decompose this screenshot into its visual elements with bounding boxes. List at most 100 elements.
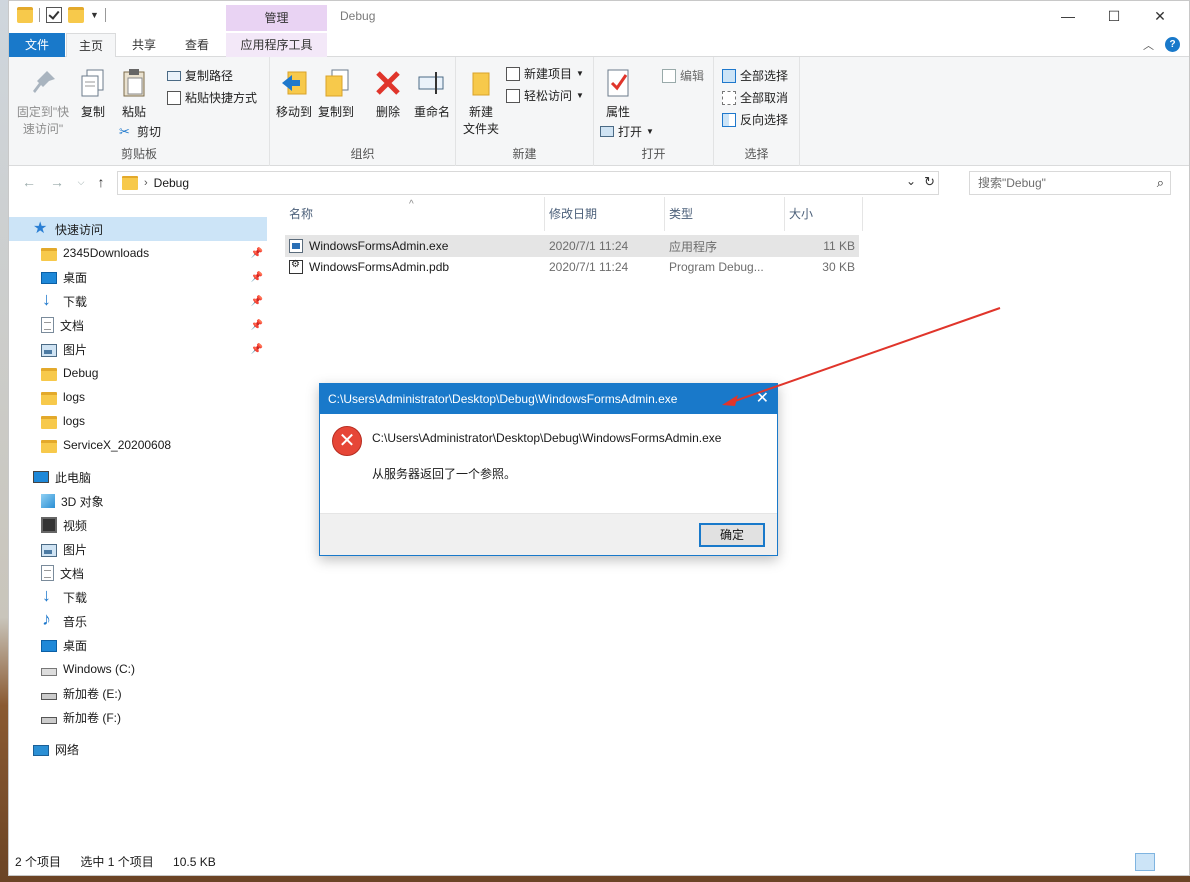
pdb-file-icon — [289, 259, 303, 274]
nav-item-servicex[interactable]: ServiceX_20200608 — [9, 433, 267, 457]
paste-shortcut-button[interactable]: 粘贴快捷方式 — [167, 89, 257, 106]
maximize-button[interactable]: ☐ — [1091, 5, 1137, 27]
refresh-icon[interactable]: ↻ — [924, 174, 935, 190]
column-header-name[interactable]: 名称 — [285, 197, 545, 231]
nav-item-music[interactable]: 音乐 — [9, 609, 267, 633]
nav-label: 网络 — [55, 742, 80, 757]
nav-item-drive-f[interactable]: 新加卷 (F:) — [9, 705, 267, 729]
back-button[interactable]: ← — [19, 174, 39, 192]
nav-item-debug[interactable]: Debug — [9, 361, 267, 385]
forward-button[interactable]: → — [47, 174, 67, 192]
nav-label: 3D 对象 — [61, 494, 104, 509]
recent-locations-dropdown-icon[interactable]: ⌵ — [71, 177, 91, 195]
new-folder-label-2: 文件夹 — [462, 122, 499, 136]
select-all-button[interactable]: 全部选择 — [722, 67, 788, 84]
tab-file[interactable]: 文件 — [9, 33, 65, 57]
column-header-modified[interactable]: 修改日期 — [545, 197, 665, 231]
ok-button[interactable]: 确定 — [699, 523, 765, 547]
new-folder-button[interactable]: 新建 文件夹 — [460, 67, 502, 137]
pin-icon[interactable]: 📌 — [251, 320, 263, 331]
edit-label: 编辑 — [680, 69, 705, 83]
tab-view[interactable]: 查看 — [172, 33, 222, 57]
nav-item-3d-objects[interactable]: 3D 对象 — [9, 489, 267, 513]
properties-button[interactable]: 属性 — [598, 67, 638, 120]
picture-icon — [41, 543, 57, 557]
tab-app-tools[interactable]: 应用程序工具 — [226, 33, 327, 57]
move-to-button[interactable]: 移动到 — [274, 67, 314, 120]
nav-label: 图片 — [63, 342, 88, 357]
nav-item-pc-documents[interactable]: 文档 — [9, 561, 267, 585]
minimize-button[interactable]: — — [1045, 5, 1091, 27]
cut-button[interactable]: ✂ 剪切 — [119, 123, 161, 140]
column-header-type[interactable]: 类型 — [665, 197, 785, 231]
help-icon[interactable]: ? — [1165, 37, 1180, 52]
customize-toolbar-dropdown-icon[interactable]: ▼ — [90, 10, 99, 20]
nav-item-pictures[interactable]: 图片 📌 — [9, 337, 267, 361]
file-modified: 2020/7/1 11:24 — [549, 239, 629, 253]
close-button[interactable]: ✕ — [1137, 5, 1183, 27]
address-bar[interactable]: › Debug ⌄ ↻ — [117, 171, 939, 195]
edit-button[interactable]: 编辑 — [662, 67, 704, 84]
tab-home[interactable]: 主页 — [66, 33, 116, 58]
pin-quick-access-button[interactable]: 固定到"快 速访问" — [15, 67, 71, 137]
address-path[interactable]: Debug — [154, 176, 189, 190]
copy-to-button[interactable]: 复制到 — [316, 67, 356, 120]
nav-this-pc[interactable]: 此电脑 — [9, 465, 267, 489]
easy-access-dropdown-icon: ▼ — [576, 91, 584, 100]
nav-item-pc-pictures[interactable]: 图片 — [9, 537, 267, 561]
copy-icon — [77, 67, 109, 99]
collapse-ribbon-icon[interactable]: ︿ — [1143, 37, 1154, 53]
search-input[interactable]: 搜索"Debug" ⌕ — [969, 171, 1171, 195]
rename-button[interactable]: 重命名 — [410, 67, 454, 120]
nav-item-logs[interactable]: logs — [9, 385, 267, 409]
pin-icon[interactable]: 📌 — [251, 344, 263, 355]
properties-check-icon[interactable] — [46, 7, 62, 23]
pin-icon[interactable]: 📌 — [251, 272, 263, 283]
nav-item-drive-e[interactable]: 新加卷 (E:) — [9, 681, 267, 705]
manage-context-tab[interactable]: 管理 — [226, 5, 327, 31]
copy-path-button[interactable]: 复制路径 — [167, 67, 233, 84]
nav-item-logs-2[interactable]: logs — [9, 409, 267, 433]
nav-quick-access[interactable]: 快速访问 — [9, 217, 267, 241]
pin-icon[interactable]: 📌 — [251, 248, 263, 259]
select-none-button[interactable]: 全部取消 — [722, 89, 788, 106]
nav-item-desktop[interactable]: 桌面 📌 — [9, 265, 267, 289]
delete-button[interactable]: 删除 — [368, 67, 408, 120]
nav-item-2345downloads[interactable]: 2345Downloads 📌 — [9, 241, 267, 265]
nav-item-videos[interactable]: 视频 — [9, 513, 267, 537]
file-row[interactable]: WindowsFormsAdmin.exe 2020/7/1 11:24 应用程… — [285, 235, 859, 257]
address-dropdown-icon[interactable]: ⌄ — [906, 174, 916, 188]
new-folder-icon[interactable] — [68, 7, 84, 23]
star-icon — [33, 218, 49, 238]
nav-item-drive-c[interactable]: Windows (C:) — [9, 657, 267, 681]
search-icon[interactable]: ⌕ — [1157, 172, 1164, 194]
invert-selection-button[interactable]: 反向选择 — [722, 111, 788, 128]
clipboard-group: 固定到"快 速访问" 复制 粘贴 复制路径 粘贴快捷方式 ✂ 剪切 剪贴板 — [9, 57, 270, 166]
details-view-icon[interactable] — [1135, 853, 1155, 871]
up-button[interactable]: ↑ — [91, 174, 111, 192]
column-header-size[interactable]: 大小 — [785, 197, 863, 231]
copy-to-icon — [320, 67, 352, 99]
nav-label: ServiceX_20200608 — [63, 438, 172, 452]
large-icons-view-icon[interactable] — [1159, 853, 1179, 871]
paste-shortcut-icon — [167, 90, 181, 105]
new-item-button[interactable]: 新建项目 ▼ — [506, 65, 584, 82]
dialog-close-button[interactable]: ✕ — [756, 384, 769, 414]
nav-item-pc-desktop[interactable]: 桌面 — [9, 633, 267, 657]
computer-icon — [33, 471, 49, 483]
dialog-body: ✕ C:\Users\Administrator\Desktop\Debug\W… — [320, 414, 777, 513]
pin-icon[interactable]: 📌 — [251, 296, 263, 307]
file-row[interactable]: WindowsFormsAdmin.pdb 2020/7/1 11:24 Pro… — [285, 256, 859, 278]
nav-item-documents[interactable]: 文档 📌 — [9, 313, 267, 337]
chevron-right-icon[interactable]: › — [144, 177, 148, 189]
open-button[interactable]: 打开 ▼ — [600, 123, 654, 140]
nav-item-pc-downloads[interactable]: 下载 — [9, 585, 267, 609]
paste-button[interactable]: 粘贴 — [114, 67, 154, 120]
new-item-dropdown-icon: ▼ — [576, 69, 584, 78]
copy-button[interactable]: 复制 — [73, 67, 113, 120]
easy-access-button[interactable]: 轻松访问 ▼ — [506, 87, 584, 104]
tab-share[interactable]: 共享 — [119, 33, 169, 57]
nav-network[interactable]: 网络 — [9, 737, 267, 761]
file-type: Program Debug... — [669, 260, 764, 274]
nav-item-downloads[interactable]: 下载 📌 — [9, 289, 267, 313]
